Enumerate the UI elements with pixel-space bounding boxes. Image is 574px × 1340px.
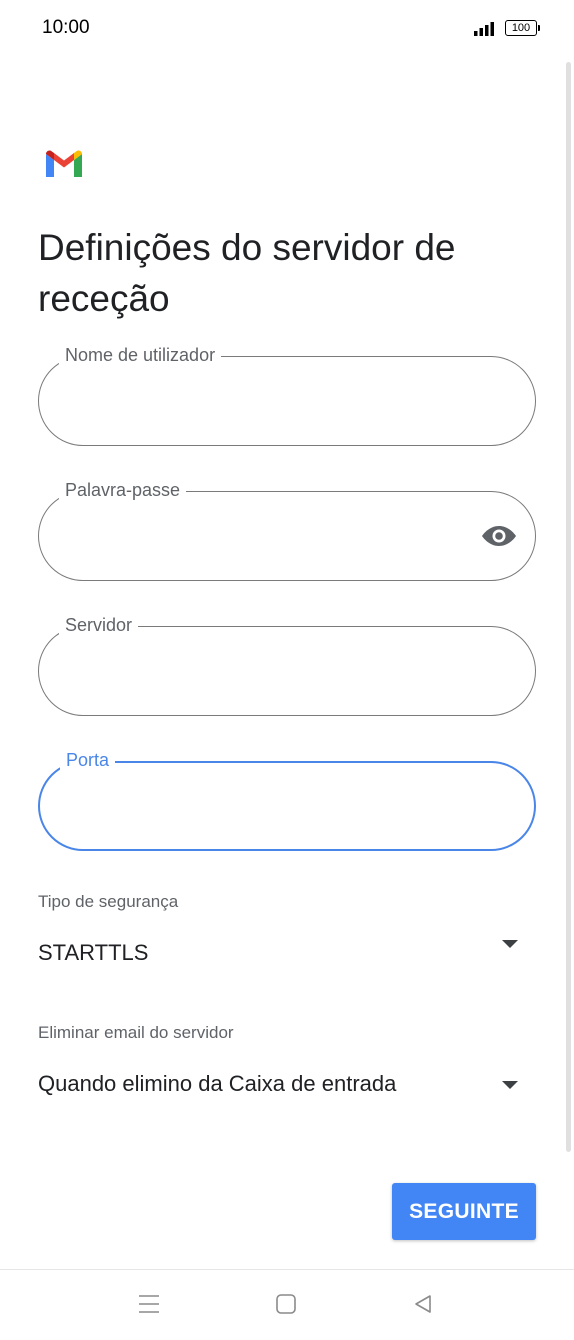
next-button[interactable]: SEGUINTE	[392, 1183, 536, 1240]
navigation-bar	[0, 1269, 574, 1340]
server-input[interactable]	[63, 655, 467, 689]
signal-icon	[474, 22, 494, 36]
dropdown-arrow-icon	[502, 940, 518, 948]
server-field[interactable]: Servidor	[38, 614, 536, 716]
delete-from-server-label: Eliminar email do servidor	[38, 1023, 234, 1042]
port-field[interactable]: Porta	[38, 749, 536, 851]
status-bar: 10:00 100	[0, 0, 574, 58]
page-title: Definições do servidor de receção	[38, 227, 456, 319]
password-input[interactable]	[63, 520, 447, 554]
port-label: Porta	[60, 749, 116, 771]
username-field[interactable]: Nome de utilizador	[38, 344, 536, 446]
menu-icon[interactable]	[138, 1294, 160, 1314]
username-input[interactable]	[63, 385, 467, 419]
battery-level: 100	[505, 20, 537, 36]
dropdown-arrow-icon	[502, 1081, 518, 1089]
password-field[interactable]: Palavra-passe	[38, 479, 536, 581]
home-icon[interactable]	[276, 1294, 296, 1314]
delete-from-server-value: Quando elimino da Caixa de entrada	[38, 1071, 397, 1096]
server-label: Servidor	[59, 614, 139, 636]
password-label: Palavra-passe	[59, 479, 187, 501]
security-type-value: STARTTLS	[38, 940, 149, 965]
scrollbar[interactable]	[566, 62, 571, 1152]
status-time: 10:00	[42, 17, 90, 38]
delete-from-server-select[interactable]: Quando elimino da Caixa de entrada	[0, 1057, 574, 1117]
gmail-logo-icon	[46, 150, 82, 177]
back-icon[interactable]	[413, 1294, 433, 1314]
eye-icon[interactable]	[481, 524, 517, 548]
security-type-select[interactable]: STARTTLS	[0, 925, 574, 985]
username-label: Nome de utilizador	[59, 344, 222, 366]
port-input[interactable]	[64, 791, 468, 825]
battery-icon: 100	[505, 20, 541, 38]
security-type-label: Tipo de segurança	[38, 892, 179, 911]
